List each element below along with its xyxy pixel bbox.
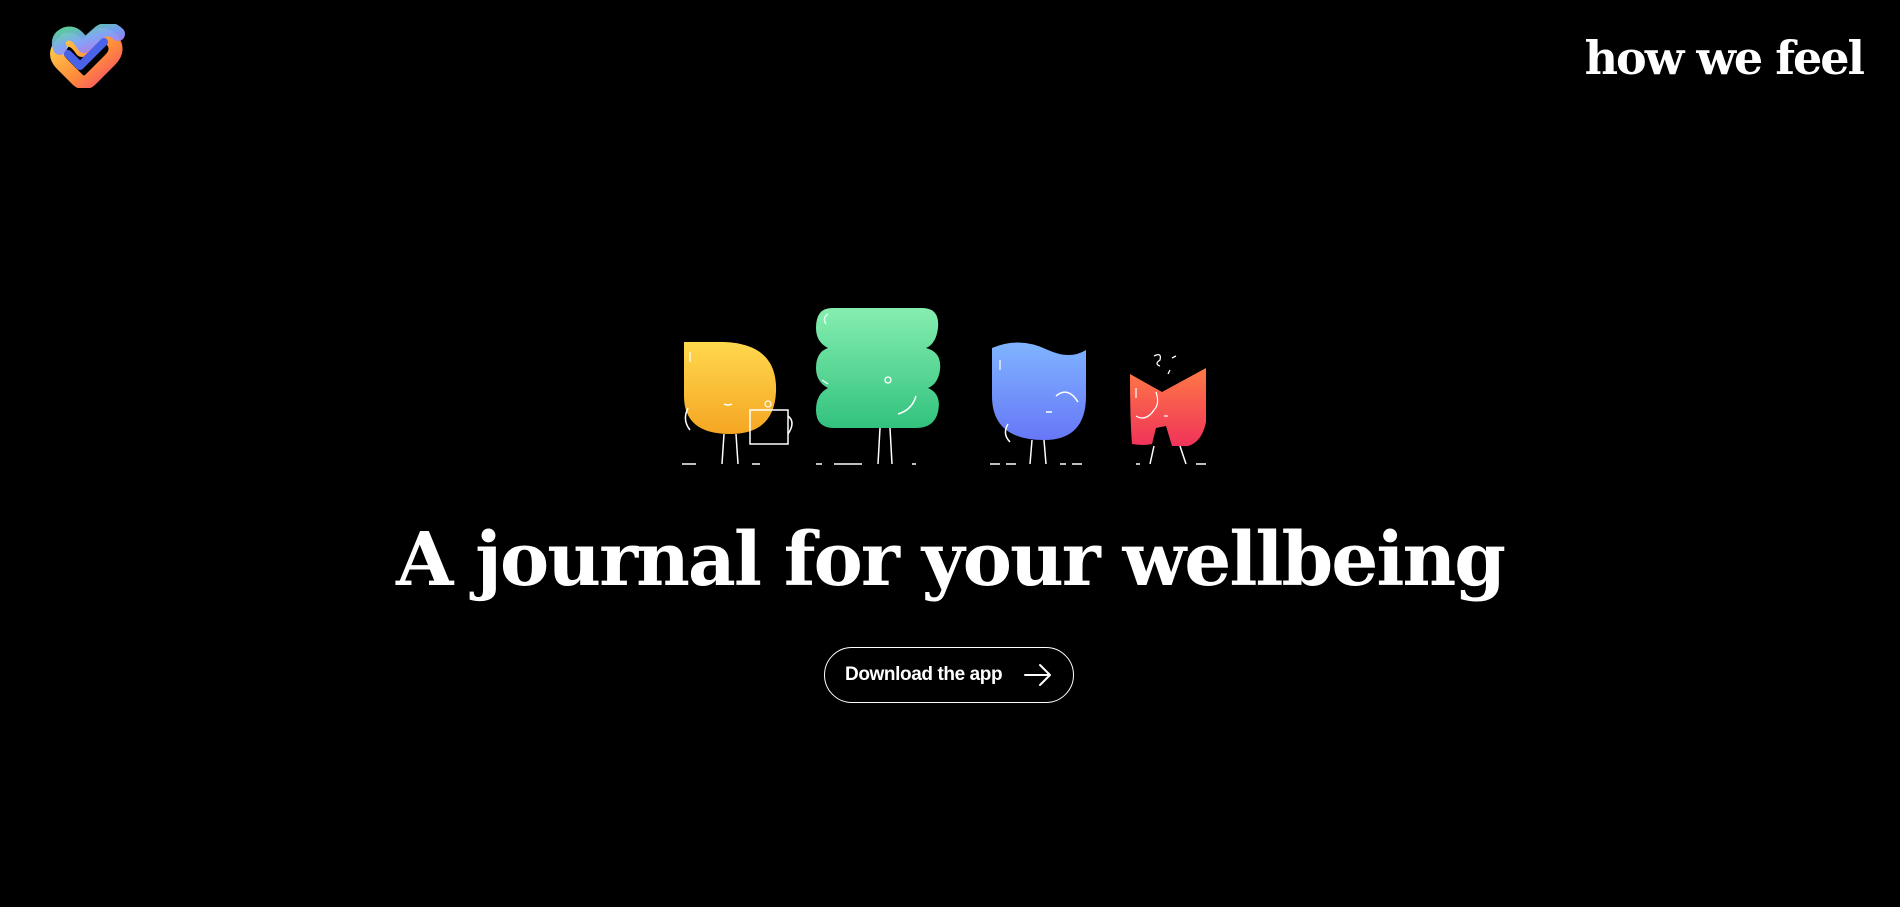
download-app-label: Download the app [845,664,1003,685]
green-blob-character-icon [816,308,941,465]
download-app-button[interactable]: Download the app [824,647,1074,703]
blue-blob-character-icon [990,342,1086,465]
red-blob-character-icon [1130,354,1206,465]
characters-svg [682,308,1206,465]
arrow-right-icon [1024,664,1051,686]
page-title: A journal for your wellbeing [395,517,1506,603]
wordmark[interactable]: how we feel [1585,26,1865,90]
heart-logo-icon[interactable] [48,22,128,90]
characters-illustration [676,300,1216,470]
heart-checkmark-icon [50,22,125,90]
yellow-blob-character-icon [682,342,793,465]
